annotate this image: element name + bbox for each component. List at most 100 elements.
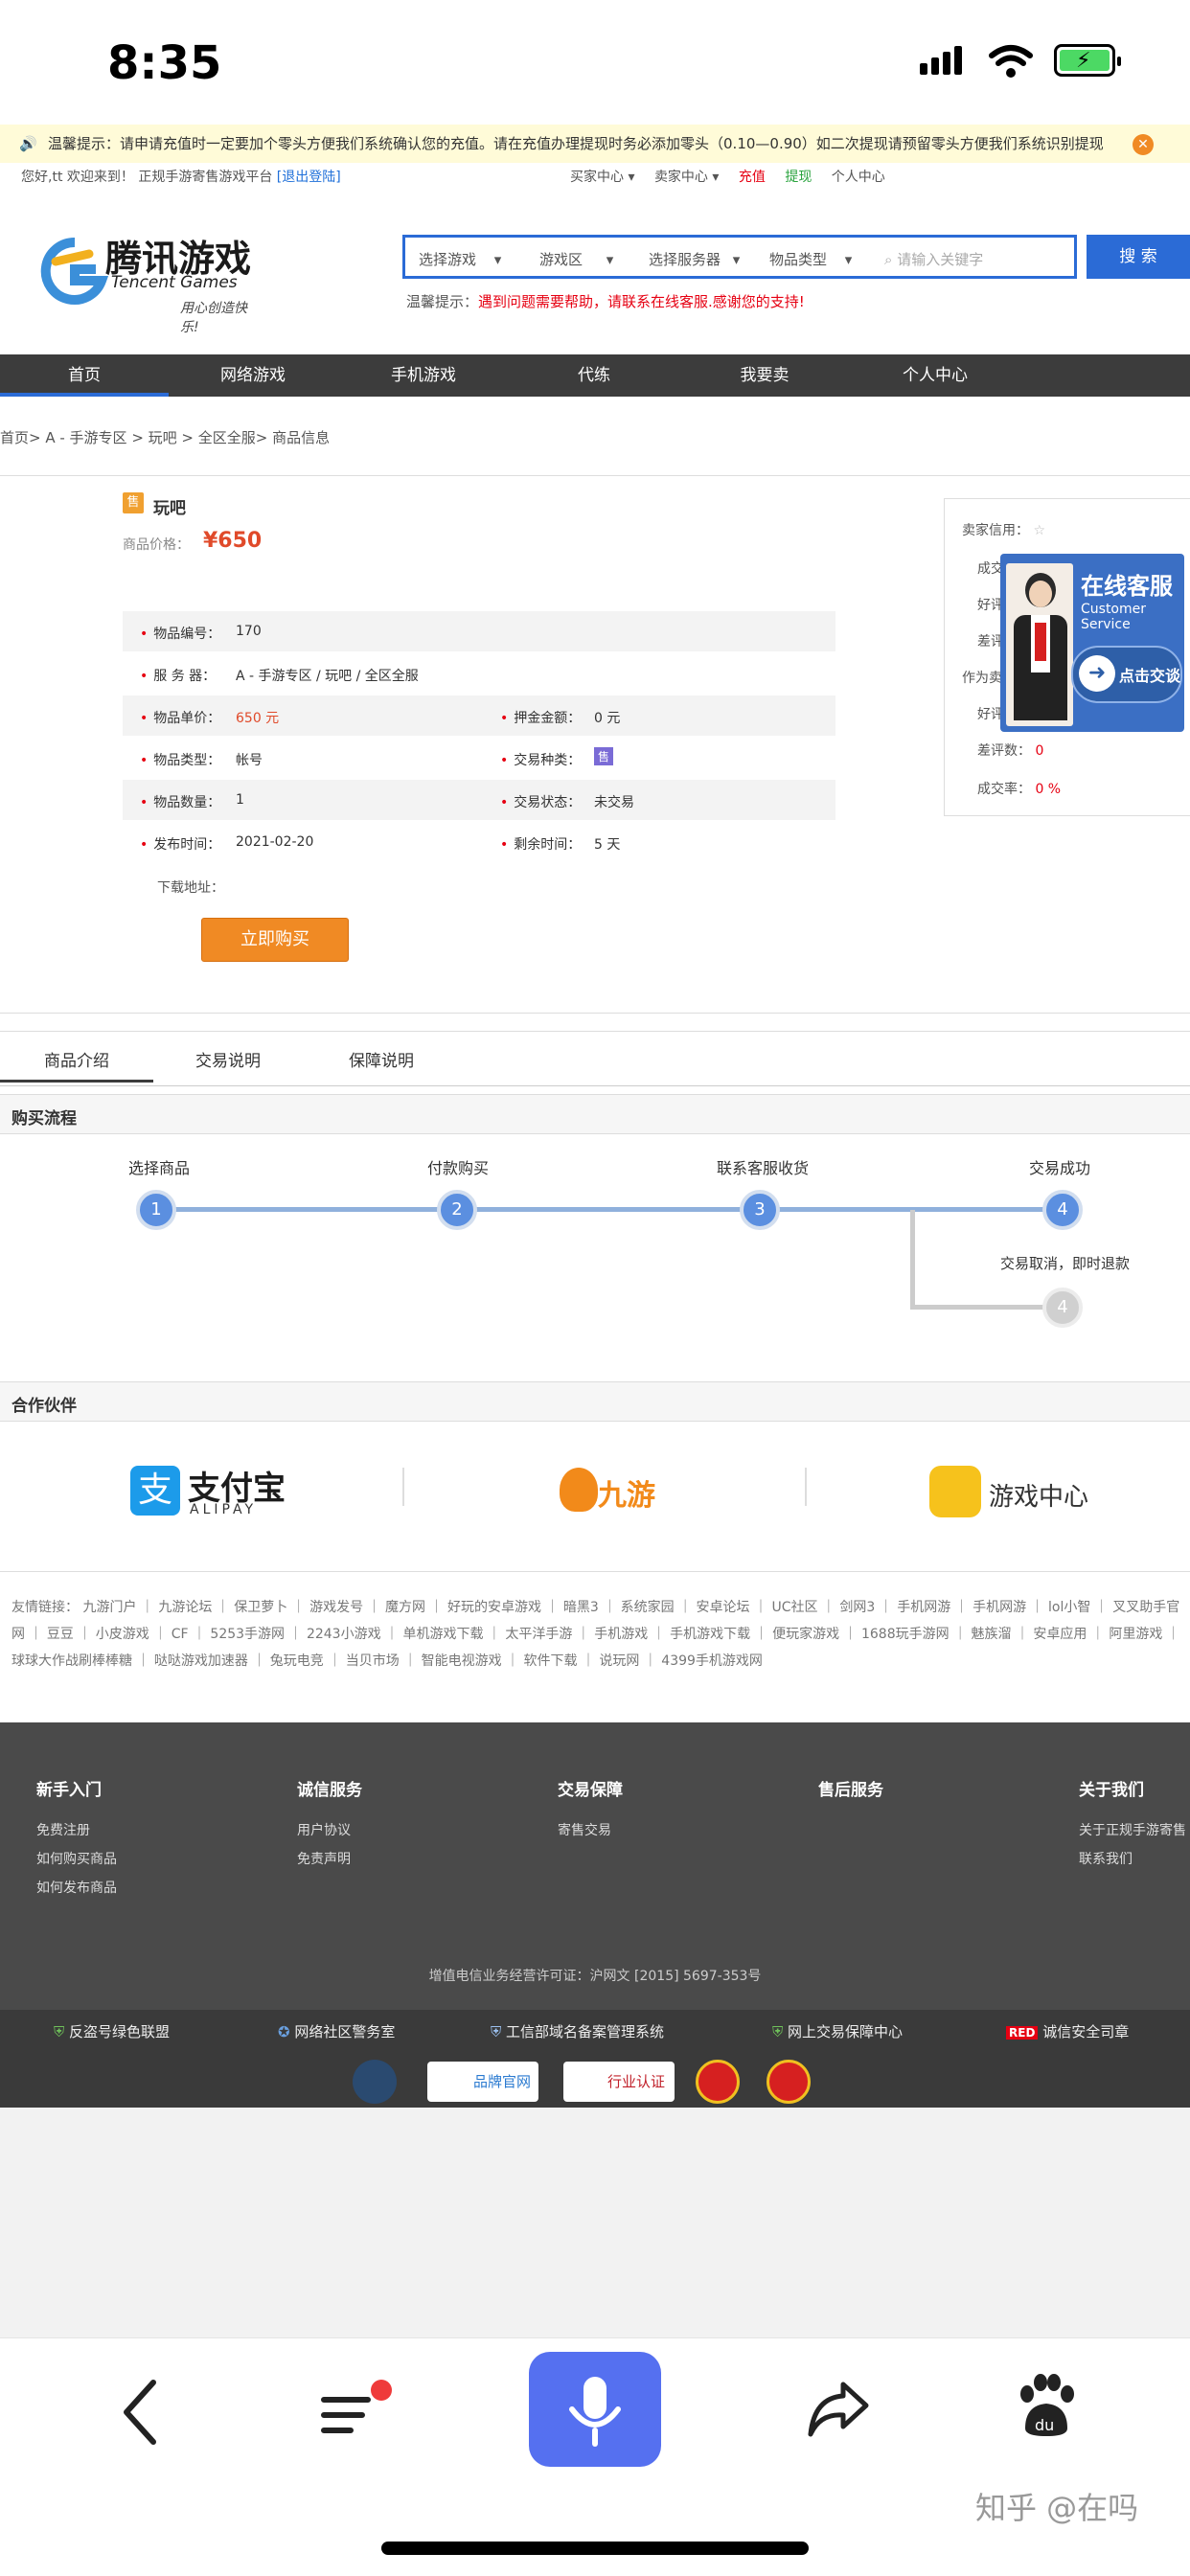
footer-link[interactable]: 寄售交易 [558, 1816, 623, 1845]
nav-personal[interactable]: 个人中心 [851, 354, 1019, 397]
info-row: • 物品单价： 650 元 • 押金金额： 0 元 [123, 695, 835, 736]
search-bar: 选择游戏 ▾ 游戏区 ▾ 选择服务器 ▾ 物品类型 ▾ ⌕ 请输入关键字 [402, 235, 1077, 279]
share-icon[interactable] [805, 2379, 872, 2440]
zone-select[interactable]: 游戏区 ▾ [539, 249, 613, 269]
shield-icon: ⛨ [772, 2023, 784, 2040]
jiuyou-logo[interactable]: 九游 [598, 1471, 655, 1514]
step-circle: 4 [1042, 1190, 1083, 1230]
svg-text:du: du [1035, 2416, 1054, 2434]
logo-en: Tencent Games [111, 273, 238, 292]
step-circle: 3 [740, 1190, 780, 1230]
game-center-icon [929, 1466, 981, 1517]
partners-row: 支 支付宝 ALIPAY 九游 游戏中心 [0, 1429, 1190, 1572]
tencent-logo-icon [40, 237, 109, 305]
info-row: • 物品编号： 170 [123, 611, 835, 651]
recharge-link[interactable]: 充值 [739, 170, 766, 185]
logo-slogan: 用心创造快乐! [180, 301, 247, 335]
nav-online-games[interactable]: 网络游戏 [169, 354, 337, 397]
back-icon[interactable] [121, 2379, 159, 2446]
footer-link[interactable]: 联系我们 [1079, 1845, 1190, 1874]
step-circle: 1 [136, 1190, 176, 1230]
footer-link[interactable]: 如何发布商品 [36, 1874, 117, 1903]
logout-link[interactable]: [退出登陆] [277, 170, 341, 185]
tab-guarantee[interactable]: 保障说明 [349, 1047, 414, 1071]
welcome-line: 您好,tt 欢迎来到！ 正规手游寄售游戏平台 [退出登陆] [21, 167, 341, 186]
emblem-icon[interactable] [696, 2060, 740, 2104]
voice-search-button[interactable] [529, 2352, 661, 2467]
badge[interactable]: ⛨ 反盗号绿色联盟 [54, 2021, 170, 2041]
info-row: • 物品数量： 1 • 交易状态： 未交易 [123, 780, 835, 820]
top-links: 买家中心 ▾ 卖家中心 ▾ 充值 提现 个人中心 [570, 167, 901, 186]
tab-product-intro[interactable]: 商品介绍 [44, 1047, 109, 1071]
search-button[interactable]: 搜 索 [1087, 235, 1190, 279]
trust-badges: ⛨ 反盗号绿色联盟 ✪ 网络社区警务室 ⛨ 工信部域名备案管理系统 ⛨ 网上交易… [0, 2010, 1190, 2108]
withdraw-link[interactable]: 提现 [785, 170, 812, 185]
download-label: 下载地址： [157, 880, 224, 896]
status-time: 8:35 [107, 36, 222, 90]
trade-type-badge: 售 [594, 747, 614, 765]
buy-now-button[interactable]: 立即购买 [201, 918, 349, 962]
main-nav: 首页 网络游戏 手机游戏 代练 我要卖 个人中心 [0, 354, 1190, 397]
nav-boosting[interactable]: 代练 [510, 354, 678, 397]
divider [805, 1468, 807, 1506]
notice-bar: 🔊 温馨提示：请申请充值时一定要加个零头方便我们系统确认您的充值。请在充值办理提现… [0, 125, 1190, 163]
partners-header: 合作伙伴 [0, 1381, 1190, 1422]
footer-link[interactable]: 免责声明 [297, 1845, 362, 1874]
info-row: • 物品类型： 帐号 • 交易种类： 售 [123, 738, 835, 778]
item-type-select[interactable]: 物品类型 ▾ [769, 249, 852, 269]
badge[interactable]: ⛨ 工信部域名备案管理系统 [491, 2021, 664, 2041]
close-icon[interactable]: ✕ [1133, 134, 1154, 155]
shield-icon: ⛨ [491, 2023, 502, 2040]
nav-mobile-games[interactable]: 手机游戏 [337, 354, 510, 397]
battery-icon: ⚡ [1054, 44, 1121, 77]
active-tab-indicator [0, 1080, 153, 1083]
home-indicator [381, 2542, 809, 2555]
info-row: • 发布时间： 2021-02-20 • 剩余时间： 5 天 [140, 834, 621, 853]
game-select[interactable]: 选择游戏 ▾ [419, 249, 501, 269]
chat-button[interactable]: ➜ 点击交谈 [1071, 646, 1182, 703]
police-emblem-icon[interactable] [767, 2060, 811, 2104]
step-label: 交易成功 [1029, 1159, 1091, 1177]
product-price: ¥650 [203, 529, 263, 553]
tab-trade-notes[interactable]: 交易说明 [195, 1047, 261, 1071]
microphone-icon [569, 2377, 621, 2447]
seller-center-link[interactable]: 卖家中心 ▾ [654, 170, 719, 185]
cancel-label: 交易取消，即时退款 [1000, 1255, 1131, 1272]
footer-link[interactable]: 关于正规手游寄售 [1079, 1816, 1190, 1845]
watermark: 知乎 @在吗 [975, 2490, 1139, 2526]
price-label: 商品价格： [123, 537, 190, 553]
footer-link[interactable]: 用户协议 [297, 1816, 362, 1845]
badge[interactable]: ⛨ 网上交易保障中心 [772, 2021, 903, 2041]
info-row: • 服 务 器： A - 手游专区 / 玩吧 / 全区全服 [140, 669, 419, 684]
tencent-games-logo[interactable]: 腾讯游戏 Tencent Games 用心创造快乐! [36, 225, 257, 335]
badge[interactable]: RED 诚信安全司章 [1006, 2021, 1129, 2041]
friend-links[interactable]: 友情链接： 九游门户 ｜ 九游论坛 ｜ 保卫萝卜 ｜ 游戏发号 ｜ 魔方网 ｜ … [11, 1594, 1190, 1675]
welcome-text: 您好,tt 欢迎来到！ 正规手游寄售游戏平台 [21, 170, 273, 185]
menu-icon[interactable] [318, 2377, 395, 2444]
footer-col: 诚信服务 用户协议 免责声明 [297, 1776, 362, 1874]
brand-site-badge[interactable]: 品牌官网 [427, 2062, 538, 2102]
buyer-center-link[interactable]: 买家中心 ▾ [570, 170, 634, 185]
personal-center-link[interactable]: 个人中心 [832, 170, 885, 185]
footer-col: 关于我们 关于正规手游寄售 联系我们 [1079, 1776, 1190, 1874]
server-select[interactable]: 选择服务器 ▾ [649, 249, 740, 269]
step-label: 选择商品 [128, 1159, 191, 1177]
cs-avatar [1006, 563, 1073, 726]
footer-link[interactable]: 如何购买商品 [36, 1845, 117, 1874]
badge-icon[interactable] [353, 2060, 397, 2104]
search-input[interactable]: ⌕ 请输入关键字 [884, 249, 983, 269]
nav-sell[interactable]: 我要卖 [678, 354, 851, 397]
baidu-paw-icon[interactable]: du [1016, 2371, 1077, 2440]
nav-home[interactable]: 首页 [0, 354, 169, 397]
cancel-circle: 4 [1042, 1288, 1083, 1328]
seller-credit: 卖家信用： ☆ [962, 523, 1046, 538]
game-center-logo[interactable]: 游戏中心 [989, 1477, 1088, 1513]
footer-link[interactable]: 免费注册 [36, 1816, 117, 1845]
search-icon: ⌕ [884, 251, 893, 268]
speaker-icon: 🔊 [19, 135, 37, 152]
industry-cert-badge[interactable]: 行业认证 [563, 2062, 675, 2102]
badge[interactable]: ✪ 网络社区警务室 [278, 2021, 395, 2041]
notice-text: 温馨提示：请申请充值时一定要加个零头方便我们系统确认您的充值。请在充值办理提现时… [48, 135, 1104, 152]
customer-service-widget[interactable]: 在线客服 Customer Service ➜ 点击交谈 [1000, 554, 1184, 732]
red-logo: RED [1006, 2026, 1039, 2040]
